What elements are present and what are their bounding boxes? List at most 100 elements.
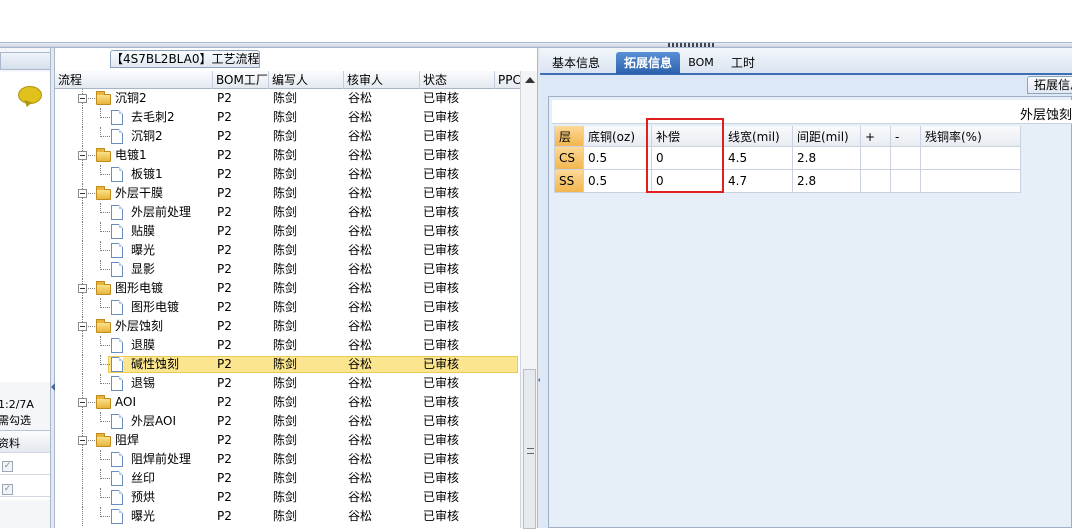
tree-folder-row[interactable]: 沉铜2 P2 陈剑 谷松 已审核 bbox=[55, 89, 520, 108]
tree-folder-row[interactable]: 阻焊 P2 陈剑 谷松 已审核 bbox=[55, 431, 520, 450]
tree-folder-row[interactable]: 电镀1 P2 陈剑 谷松 已审核 bbox=[55, 146, 520, 165]
ext-table-row[interactable]: SS 0.5 0 4.7 2.8 bbox=[554, 170, 1021, 193]
document-icon bbox=[111, 224, 123, 239]
collapse-toggle-icon[interactable] bbox=[78, 322, 87, 331]
tree-item-name: 曝光 bbox=[131, 243, 156, 257]
splitter-grip-icon[interactable] bbox=[668, 43, 716, 47]
collapse-toggle-icon[interactable] bbox=[78, 151, 87, 160]
tree-grid-header: 流程 BOM工厂 编写人 核审人 状态 PPC bbox=[55, 71, 538, 89]
tree-folder-row[interactable]: 图形电镀 P2 陈剑 谷松 已审核 bbox=[55, 279, 520, 298]
cell-spacing[interactable]: 2.8 bbox=[793, 170, 861, 193]
column-header-layer[interactable]: 层 bbox=[554, 126, 584, 147]
writer-cell: 陈剑 bbox=[273, 205, 298, 219]
tree-folder-row[interactable]: 外层蚀刻 P2 陈剑 谷松 已审核 bbox=[55, 317, 520, 336]
column-header-base-copper[interactable]: 底铜(oz) bbox=[584, 126, 652, 147]
tree-row[interactable]: 外层前处理 P2 陈剑 谷松 已审核 bbox=[55, 203, 520, 222]
bom-factory-cell: P2 bbox=[217, 91, 232, 105]
tree-row[interactable]: 丝印 P2 陈剑 谷松 已审核 bbox=[55, 469, 520, 488]
tree-guide-line bbox=[100, 478, 110, 479]
cell-residual-copper-rate[interactable] bbox=[921, 170, 1021, 193]
bom-factory-cell: P2 bbox=[217, 376, 232, 390]
collapse-toggle-icon[interactable] bbox=[78, 94, 87, 103]
column-header-residual-copper-rate[interactable]: 残铜率(%) bbox=[921, 126, 1021, 147]
collapse-toggle-icon[interactable] bbox=[78, 189, 87, 198]
section-title: 外层蚀刻 bbox=[1019, 108, 1072, 123]
tree-row[interactable]: 曝光 P2 陈剑 谷松 已审核 bbox=[55, 241, 520, 260]
ext-table-row[interactable]: CS 0.5 0 4.5 2.8 bbox=[554, 147, 1021, 170]
column-header-process[interactable]: 流程 bbox=[55, 71, 212, 89]
tree-row[interactable]: 沉铜2 P2 陈剑 谷松 已审核 bbox=[55, 127, 520, 146]
collapse-toggle-icon[interactable] bbox=[78, 398, 87, 407]
tree-folder-row[interactable]: 外层干膜 P2 陈剑 谷松 已审核 bbox=[55, 184, 520, 203]
cell-line-width[interactable]: 4.5 bbox=[724, 147, 793, 170]
column-header-plus[interactable]: + bbox=[861, 126, 891, 147]
collapse-toggle-icon[interactable] bbox=[78, 284, 87, 293]
cell-base-copper[interactable]: 0.5 bbox=[584, 147, 652, 170]
tree-row[interactable]: 去毛刺2 P2 陈剑 谷松 已审核 bbox=[55, 108, 520, 127]
tree-folder-row[interactable]: AOI P2 陈剑 谷松 已审核 bbox=[55, 393, 520, 412]
column-header-reviewer[interactable]: 核审人 bbox=[343, 71, 419, 89]
tab-bom[interactable]: BOM bbox=[686, 52, 716, 74]
tree-item-name: 外层前处理 bbox=[131, 205, 192, 219]
bom-factory-cell: P2 bbox=[217, 186, 232, 200]
top-area bbox=[0, 0, 1072, 42]
reviewer-cell: 谷松 bbox=[348, 433, 373, 447]
cell-spacing[interactable]: 2.8 bbox=[793, 147, 861, 170]
reviewer-cell: 谷松 bbox=[348, 205, 373, 219]
tree-row[interactable]: 退膜 P2 陈剑 谷松 已审核 bbox=[55, 336, 520, 355]
tree-row[interactable]: 外层AOI P2 陈剑 谷松 已审核 bbox=[55, 412, 520, 431]
tree-guide-line bbox=[88, 155, 95, 156]
tree-guide-line bbox=[100, 364, 110, 365]
scroll-up-arrow-icon[interactable] bbox=[525, 77, 535, 83]
left-panel-text-1: 1:2/7A bbox=[0, 398, 34, 411]
process-title-tab[interactable]: 【4S7BL2BLA0】工艺流程 bbox=[110, 50, 260, 68]
column-header-minus[interactable]: - bbox=[891, 126, 921, 147]
folder-icon bbox=[96, 91, 111, 105]
tab-work-hours[interactable]: 工时 bbox=[726, 52, 760, 74]
writer-cell: 陈剑 bbox=[273, 281, 298, 295]
tree-row[interactable]: 显影 P2 陈剑 谷松 已审核 bbox=[55, 260, 520, 279]
tree-row[interactable]: 贴膜 P2 陈剑 谷松 已审核 bbox=[55, 222, 520, 241]
cell-line-width[interactable]: 4.7 bbox=[724, 170, 793, 193]
tree-vertical-scrollbar[interactable] bbox=[520, 71, 538, 529]
tree-row[interactable]: 阻焊前处理 P2 陈剑 谷松 已审核 bbox=[55, 450, 520, 469]
tree-row[interactable]: 预烘 P2 陈剑 谷松 已审核 bbox=[55, 488, 520, 507]
reviewer-cell: 谷松 bbox=[348, 357, 373, 371]
checkbox[interactable]: ✓ bbox=[2, 484, 13, 495]
document-icon bbox=[111, 414, 123, 429]
cell-plus[interactable] bbox=[861, 147, 891, 170]
tree-row[interactable]: 退锡 P2 陈剑 谷松 已审核 bbox=[55, 374, 520, 393]
tab-basic-info[interactable]: 基本信息 bbox=[546, 52, 606, 74]
subtab-extended-info[interactable]: 拓展信息 bbox=[1027, 76, 1072, 94]
tree-item-name: 贴膜 bbox=[131, 224, 156, 238]
cell-base-copper[interactable]: 0.5 bbox=[584, 170, 652, 193]
tree-item-name: 图形电镀 bbox=[115, 281, 164, 295]
checkbox[interactable]: ✓ bbox=[2, 461, 13, 472]
column-header-writer[interactable]: 编写人 bbox=[268, 71, 343, 89]
column-header-status[interactable]: 状态 bbox=[419, 71, 494, 89]
cell-plus[interactable] bbox=[861, 170, 891, 193]
writer-cell: 陈剑 bbox=[273, 490, 298, 504]
column-header-line-width[interactable]: 线宽(mil) bbox=[724, 126, 793, 147]
cell-minus[interactable] bbox=[891, 147, 921, 170]
cell-residual-copper-rate[interactable] bbox=[921, 147, 1021, 170]
cell-minus[interactable] bbox=[891, 170, 921, 193]
bom-factory-cell: P2 bbox=[217, 471, 232, 485]
tree-row[interactable]: 曝光 P2 陈剑 谷松 已审核 bbox=[55, 507, 520, 526]
reviewer-cell: 谷松 bbox=[348, 414, 373, 428]
tree-guide-line bbox=[100, 136, 110, 137]
collapse-toggle-icon[interactable] bbox=[78, 436, 87, 445]
cell-layer[interactable]: SS bbox=[554, 170, 584, 193]
tab-extended-info[interactable]: 拓展信息 bbox=[616, 52, 680, 74]
writer-cell: 陈剑 bbox=[273, 509, 298, 523]
tree-row[interactable]: 板镀1 P2 陈剑 谷松 已审核 bbox=[55, 165, 520, 184]
scroll-thumb[interactable] bbox=[523, 369, 536, 529]
column-header-spacing[interactable]: 间距(mil) bbox=[793, 126, 861, 147]
column-header-ppc[interactable]: PPC bbox=[494, 71, 520, 89]
tree-row[interactable]: 碱性蚀刻 P2 陈剑 谷松 已审核 bbox=[55, 355, 520, 374]
column-header-bom-factory[interactable]: BOM工厂 bbox=[212, 71, 268, 89]
chat-bubble-icon[interactable] bbox=[18, 86, 42, 104]
cell-layer[interactable]: CS bbox=[554, 147, 584, 170]
tree-row[interactable]: 图形电镀 P2 陈剑 谷松 已审核 bbox=[55, 298, 520, 317]
writer-cell: 陈剑 bbox=[273, 186, 298, 200]
